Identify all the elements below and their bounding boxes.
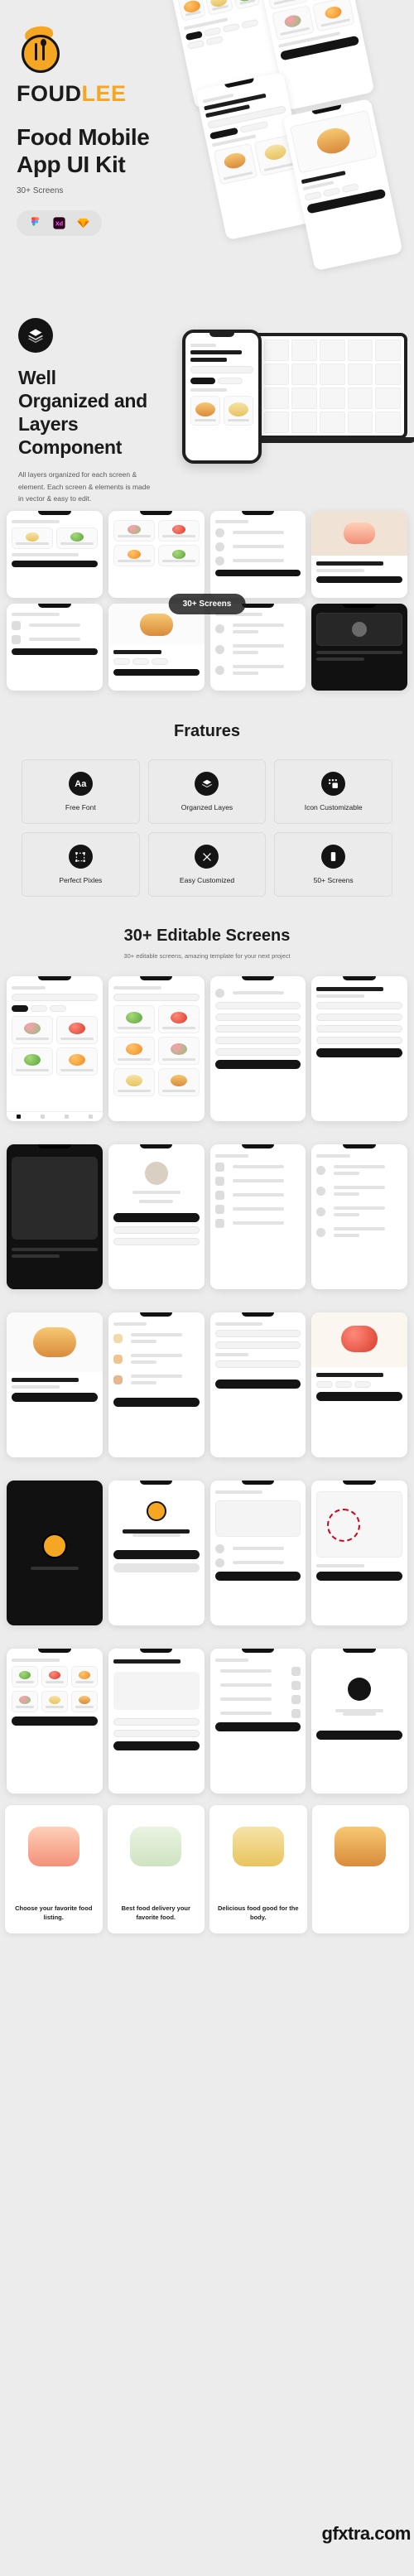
editable-screens-section: 30+ Editable Screens 30+ editable screen…	[0, 905, 414, 1805]
hero-section: FOUDLEE Food Mobile App UI Kit 30+ Scree…	[0, 0, 414, 298]
editable-title: 30+ Editable Screens	[123, 927, 291, 945]
banner-card[interactable]	[311, 1805, 409, 1933]
banner-caption: Choose your favorite food listing.	[15, 1904, 93, 1921]
icon-grid-icon	[321, 772, 346, 796]
burger-image	[335, 1827, 387, 1866]
feature-label: Icon Customizable	[304, 803, 363, 811]
logo-word-secondary: LEE	[81, 81, 127, 106]
page-title: Food Mobile App UI Kit	[17, 124, 150, 178]
screen-sign-in[interactable]	[209, 976, 306, 1121]
banner-card[interactable]: Delicious food good for the body.	[209, 1805, 307, 1933]
organized-body: All layers organized for each screen & e…	[18, 470, 151, 503]
screen-video-call[interactable]	[7, 1144, 103, 1289]
editable-subtitle: 30+ editable screens, amazing template f…	[123, 952, 291, 960]
editable-header: 30+ Editable Screens 30+ editable screen…	[0, 905, 414, 965]
screen-tracking-order[interactable]	[209, 1481, 306, 1625]
organized-title: Well Organized and Layers Component	[18, 367, 147, 459]
montage-screen[interactable]	[209, 511, 306, 598]
montage-screen[interactable]	[108, 511, 205, 598]
feature-card-icon-customizable[interactable]: Icon Customizable	[274, 759, 392, 824]
screen-welcome[interactable]	[108, 1481, 205, 1625]
feature-label: 50+ Screens	[313, 876, 354, 884]
features-title: Fratures	[173, 722, 241, 740]
foudlee-logo-icon	[17, 24, 65, 75]
tool-badges: Xd	[17, 210, 102, 237]
phone-mockup	[182, 330, 262, 464]
hero-text-block: FOUDLEE Food Mobile App UI Kit 30+ Scree…	[17, 24, 195, 237]
logo-wordmark: FOUDLEE	[17, 83, 195, 105]
organized-text-block: Well Organized and Layers Component All …	[18, 318, 151, 505]
screens-montage-section: 30+ Screens	[0, 501, 414, 701]
screen-splash[interactable]	[7, 1481, 103, 1625]
feature-card-50-screens[interactable]: 50+ Screens	[274, 832, 392, 897]
montage-screen[interactable]	[209, 604, 306, 691]
organized-visual	[167, 330, 414, 470]
feature-card-easy-customized[interactable]: Easy Customized	[147, 832, 267, 897]
adobe-xd-icon: Xd	[53, 217, 65, 229]
hero-subtitle: 30+ Screens	[17, 186, 64, 196]
mobile-screen-icon	[321, 845, 346, 869]
feature-label: Perfect Pixles	[59, 876, 103, 884]
sketch-icon	[77, 218, 89, 229]
screen-filters[interactable]	[209, 1649, 306, 1794]
screen-create-new-password[interactable]	[108, 1649, 205, 1794]
layers-icon	[195, 772, 219, 796]
layers-icon	[18, 318, 53, 353]
screen-verified[interactable]	[311, 1649, 407, 1794]
screen-food-detail[interactable]	[311, 1312, 407, 1457]
figma-icon	[31, 217, 40, 226]
screen-create-account[interactable]	[311, 976, 407, 1121]
hero-phone-preview-4	[282, 98, 403, 272]
ui-kit-presentation-page: FOUDLEE Food Mobile App UI Kit 30+ Scree…	[0, 0, 414, 2576]
screen-profile[interactable]	[108, 1144, 205, 1289]
feature-card-free-font[interactable]: Aa Free Font	[22, 759, 140, 824]
editable-grid-row	[0, 1301, 414, 1469]
sushi-roll-chopsticks-image	[130, 1827, 182, 1866]
montage-screen[interactable]	[108, 604, 205, 691]
gfxtra-watermark: gfxtra.com	[321, 2523, 412, 2544]
montage-screen[interactable]	[7, 511, 103, 598]
sushi-salmon-image	[27, 1827, 79, 1866]
pasta-fork-image	[232, 1827, 284, 1866]
banner-caption: Delicious food good for the body.	[218, 1904, 299, 1921]
montage-screen[interactable]	[311, 604, 407, 691]
tools-cross-icon	[195, 845, 219, 869]
font-aa-icon: Aa	[68, 772, 93, 796]
feature-card-organized-layers[interactable]: Organzed Layes	[147, 759, 267, 824]
features-grid: Aa Free Font Organzed Layes Icon Customi…	[0, 741, 414, 897]
screen-choose-category[interactable]	[7, 1649, 103, 1794]
screen-tracking-map[interactable]	[311, 1481, 407, 1625]
screen-settings[interactable]	[209, 1144, 306, 1289]
feature-label: Free Font	[65, 803, 96, 811]
banner-caption: Best food delivery your favorite food.	[121, 1904, 190, 1921]
editable-grid-row	[0, 965, 414, 1133]
screens-count-badge: 30+ Screens	[168, 594, 246, 614]
editable-grid-row	[0, 1637, 414, 1805]
screen-search-food[interactable]	[108, 976, 205, 1121]
banner-card[interactable]: Choose your favorite food listing.	[5, 1805, 103, 1933]
screen-popular-food[interactable]	[7, 976, 103, 1121]
feature-card-perfect-pixels[interactable]: Perfect Pixles	[22, 832, 140, 897]
screen-chat-list[interactable]	[311, 1144, 407, 1289]
organized-layers-section: Well Organized and Layers Component All …	[0, 298, 414, 503]
screen-my-cart[interactable]	[108, 1312, 205, 1457]
logo-word-primary: FOUD	[17, 81, 82, 106]
editable-grid-row	[0, 1133, 414, 1301]
screen-checkout[interactable]	[209, 1312, 306, 1457]
bottom-banner-section: Choose your favorite food listing. Best …	[0, 1805, 414, 1940]
selection-frame-icon	[68, 845, 93, 869]
editable-grid-row	[0, 1469, 414, 1637]
hero-phone-cluster	[170, 0, 414, 298]
montage-screen[interactable]	[311, 511, 407, 598]
montage-screen[interactable]	[7, 604, 103, 691]
feature-label: Organzed Layes	[181, 803, 233, 811]
screen-home[interactable]	[7, 1312, 103, 1457]
features-section: Fratures Aa Free Font Organzed Layes Ico…	[0, 701, 414, 905]
svg-text:Xd: Xd	[55, 220, 63, 227]
feature-label: Easy Customized	[179, 876, 235, 884]
banner-card[interactable]: Best food delivery your favorite food.	[107, 1805, 205, 1933]
